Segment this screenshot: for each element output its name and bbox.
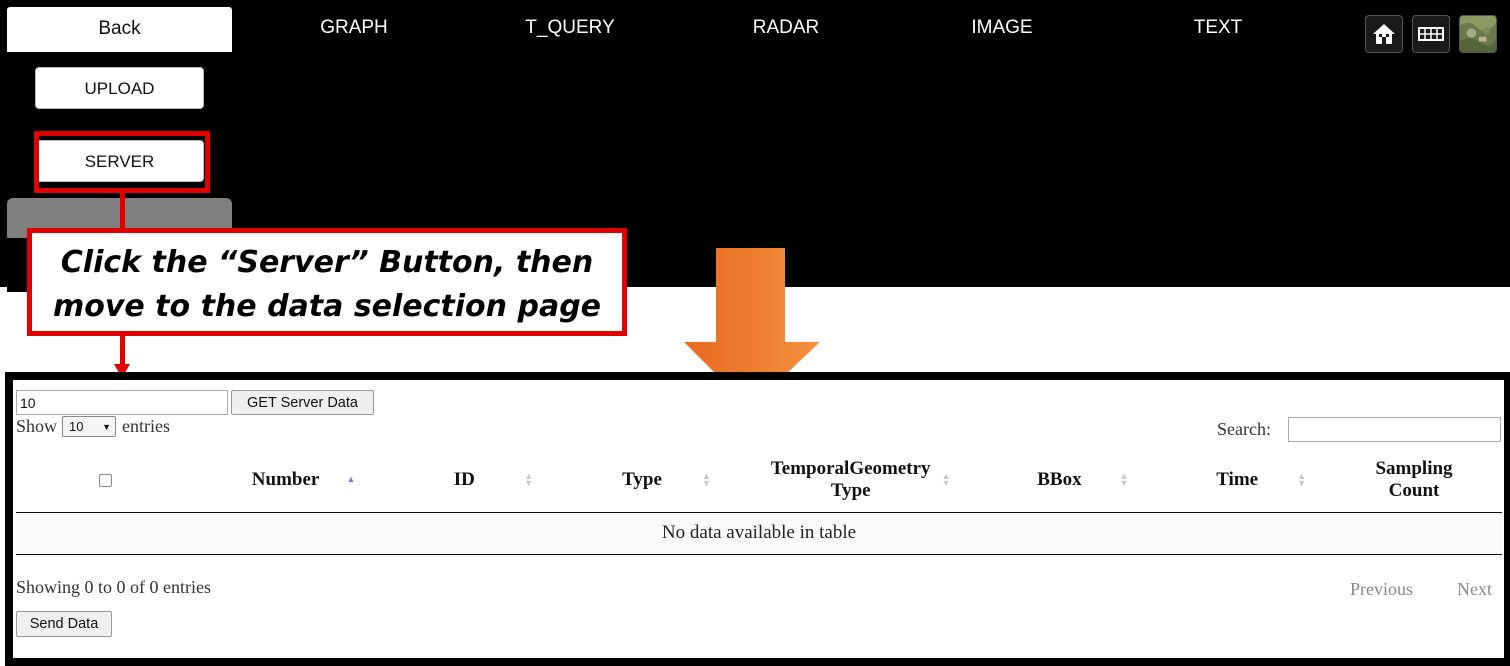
- instruction-callout: Click the “Server” Button, then move to …: [27, 228, 627, 336]
- table-row: No data available in table: [16, 512, 1502, 555]
- column-header-type[interactable]: Type ▲ ▼: [553, 448, 731, 513]
- tab-t-query[interactable]: T_QUERY: [470, 0, 670, 52]
- tab-graph[interactable]: GRAPH: [254, 0, 454, 52]
- table-header-row: Number ▲ ID ▲ ▼ Type ▲ ▼ TemporalGeometry …: [16, 448, 1502, 513]
- previous-page-button[interactable]: Previous: [1350, 579, 1413, 600]
- column-header-id[interactable]: ID ▲ ▼: [375, 448, 554, 513]
- column-label: Time: [1216, 468, 1259, 490]
- column-label: TemporalGeometry Type: [770, 457, 931, 501]
- upload-button[interactable]: UPLOAD: [35, 67, 204, 109]
- data-table: Number ▲ ID ▲ ▼ Type ▲ ▼ TemporalGeometry …: [16, 448, 1502, 555]
- select-all-checkbox[interactable]: [99, 473, 113, 487]
- count-input[interactable]: [16, 390, 228, 415]
- grid-icon[interactable]: [1412, 15, 1450, 53]
- column-label: ID: [453, 468, 475, 490]
- pagination: Previous Next: [1350, 579, 1492, 600]
- map-thumbnail-icon[interactable]: [1459, 15, 1497, 53]
- sort-ascending-icon: ▲: [346, 474, 356, 484]
- callout-line-1-text: Click the “Server” Button, then: [60, 245, 594, 280]
- server-button-highlight: [34, 131, 210, 193]
- column-header-bbox[interactable]: BBox ▲ ▼: [970, 448, 1149, 513]
- column-header-sampling-count[interactable]: Sampling Count: [1326, 448, 1502, 513]
- get-server-data-button[interactable]: GET Server Data: [231, 390, 374, 415]
- tab-back[interactable]: Back: [7, 7, 232, 52]
- search-input[interactable]: [1288, 417, 1501, 442]
- tab-radar[interactable]: RADAR: [686, 0, 886, 52]
- column-label: Number: [251, 468, 320, 490]
- column-header-number[interactable]: Number ▲: [195, 448, 376, 513]
- column-header-time[interactable]: Time ▲ ▼: [1148, 448, 1327, 513]
- sort-icon: ▲ ▼: [1119, 471, 1129, 488]
- data-selection-page: GET Server Data Show 10 ▼ entries Search…: [5, 372, 1510, 666]
- callout-connector: [120, 193, 125, 229]
- column-header-temporal-geometry-type[interactable]: TemporalGeometry Type ▲ ▼: [730, 448, 971, 513]
- entries-select[interactable]: 10 ▼: [62, 416, 117, 437]
- tab-image[interactable]: IMAGE: [902, 0, 1102, 52]
- home-icon[interactable]: [1365, 15, 1403, 53]
- column-label: Type: [622, 468, 662, 490]
- tab-text[interactable]: TEXT: [1118, 0, 1318, 52]
- entries-label: entries: [122, 416, 170, 436]
- column-header-select-all: [16, 448, 196, 513]
- sort-icon: ▲ ▼: [941, 471, 951, 488]
- column-label: BBox: [1037, 468, 1082, 490]
- chevron-down-icon: ▼: [102, 421, 112, 432]
- table-info: Showing 0 to 0 of 0 entries: [16, 577, 211, 597]
- next-page-button[interactable]: Next: [1457, 579, 1492, 600]
- column-label: Sampling Count: [1375, 457, 1453, 501]
- empty-table-message: No data available in table: [16, 512, 1502, 555]
- send-data-button[interactable]: Send Data: [16, 611, 112, 637]
- callout-line-2-text: move to the data selection page: [52, 289, 602, 324]
- top-icon-group: [1365, 15, 1497, 53]
- page-length-control: Show 10 ▼ entries: [16, 416, 170, 437]
- sort-icon: ▲ ▼: [524, 471, 534, 488]
- entries-select-value: 10: [69, 419, 84, 434]
- sort-icon: ▲ ▼: [1297, 471, 1307, 488]
- search-label: Search:: [1217, 419, 1271, 439]
- show-label: Show: [16, 416, 58, 436]
- sort-icon: ▲ ▼: [701, 471, 711, 488]
